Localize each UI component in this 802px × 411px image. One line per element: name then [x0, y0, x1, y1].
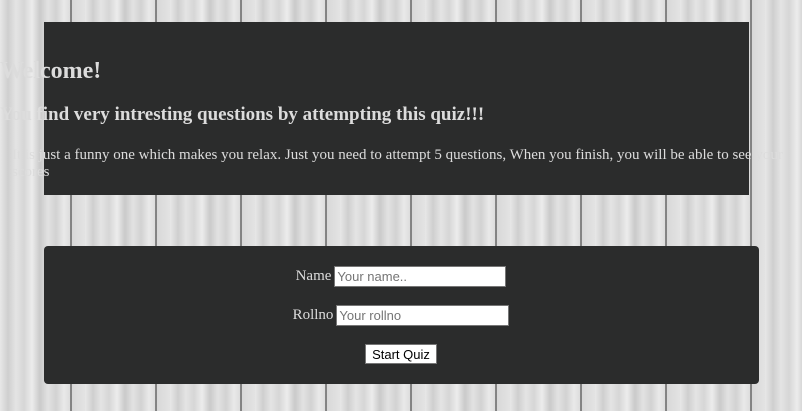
welcome-subtitle: You find very intresting questions by at…	[0, 104, 485, 125]
welcome-title: Welcome!	[0, 58, 102, 84]
rollno-input[interactable]	[336, 305, 510, 326]
start-quiz-button[interactable]: Start Quiz	[365, 344, 437, 364]
rollno-row: Rollno	[0, 305, 802, 326]
name-row: Name	[0, 266, 802, 287]
rollno-label: Rollno	[292, 307, 334, 323]
name-label: Name	[295, 268, 332, 284]
name-input[interactable]	[334, 266, 507, 287]
welcome-description: It is just a funny one which makes you r…	[12, 147, 783, 180]
start-row: Start Quiz	[0, 344, 802, 364]
